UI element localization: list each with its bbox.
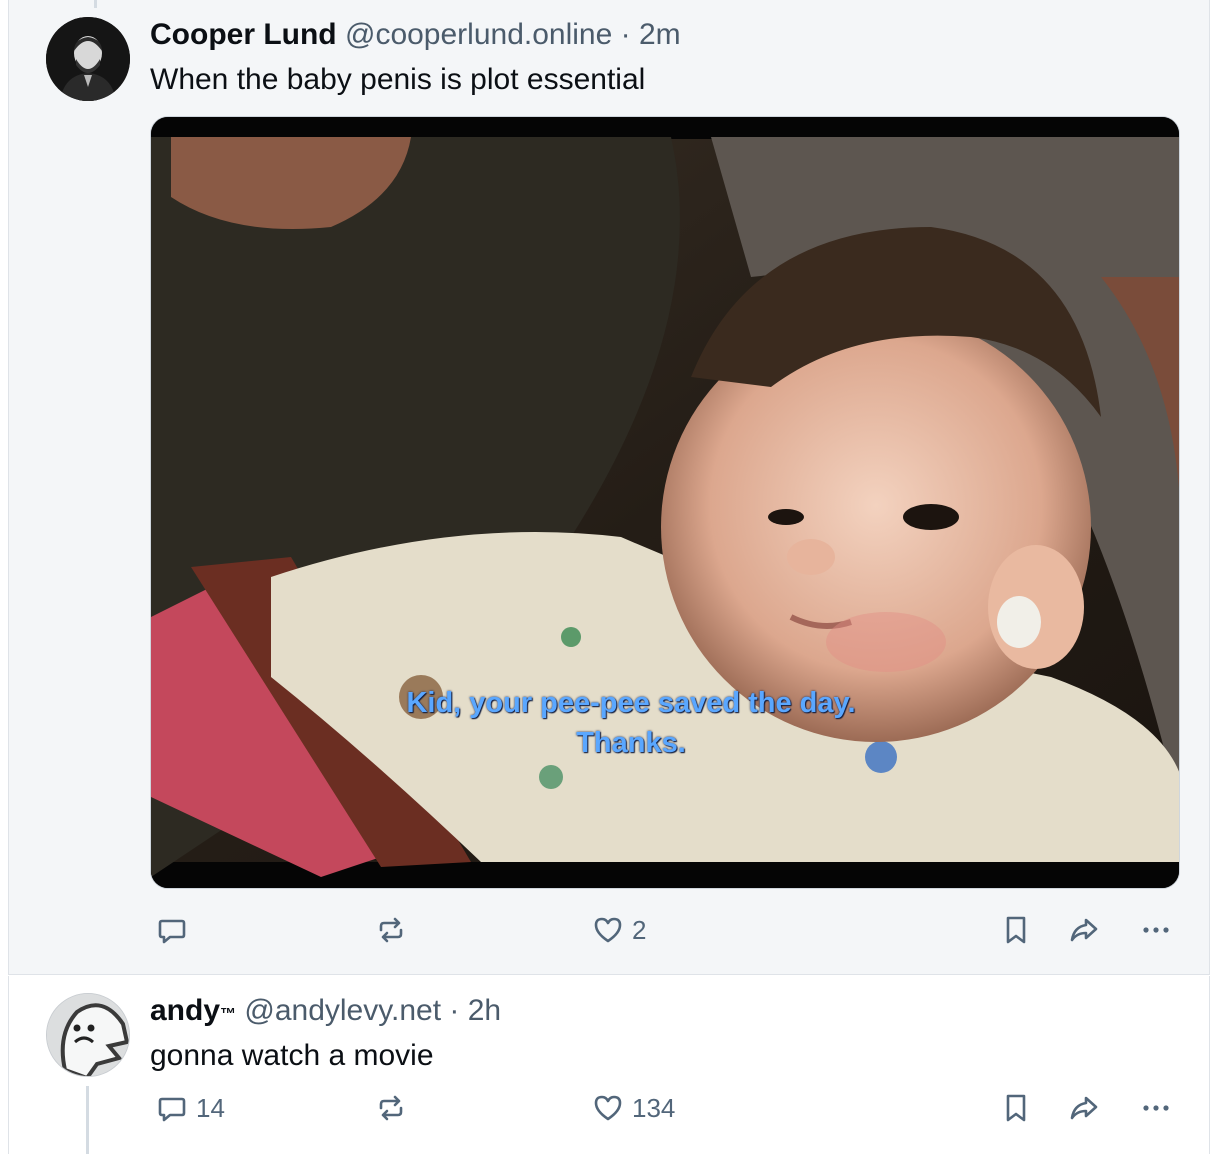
heart-icon: [594, 917, 622, 943]
display-name[interactable]: Cooper Lund: [150, 18, 337, 51]
more-button[interactable]: [1140, 912, 1172, 948]
share-button[interactable]: [1068, 1090, 1100, 1126]
bookmark-button[interactable]: [1000, 912, 1032, 948]
avatar[interactable]: [46, 17, 130, 101]
separator: ·: [449, 994, 460, 1027]
timestamp[interactable]: 2h: [468, 994, 501, 1027]
feed: Cooper Lund @cooperlund.online · 2m When…: [0, 0, 1212, 1154]
heart-icon: [594, 1095, 622, 1121]
share-icon: [1070, 1096, 1098, 1120]
post-text: gonna watch a movie: [150, 1039, 434, 1072]
thread-line: [94, 0, 97, 8]
reply-button[interactable]: 14: [156, 1090, 225, 1126]
post-actions: 2: [150, 912, 1170, 948]
handle[interactable]: @cooperlund.online: [345, 18, 612, 51]
bookmark-button[interactable]: [1000, 1090, 1032, 1126]
subtitle-line-1: Kid, your pee-pee saved the day.: [406, 687, 856, 719]
share-icon: [1070, 918, 1098, 942]
like-count: 2: [632, 914, 647, 945]
more-button[interactable]: [1140, 1090, 1172, 1126]
like-count: 134: [632, 1092, 676, 1123]
reply-icon: [158, 1097, 186, 1122]
bookmark-icon: [1006, 1094, 1026, 1122]
repost-button[interactable]: [375, 1090, 407, 1126]
display-name-text: andy: [150, 994, 221, 1027]
like-button[interactable]: 134: [592, 1090, 675, 1126]
trademark-symbol: ™: [220, 1006, 237, 1023]
bookmark-icon: [1006, 916, 1026, 944]
subtitle-line-2: Thanks.: [576, 727, 686, 759]
reply-count: 14: [196, 1092, 225, 1123]
reply-icon: [158, 919, 186, 944]
post-header: Cooper Lund @cooperlund.online · 2m: [150, 17, 681, 53]
post-image[interactable]: Kid, your pee-pee saved the day. Thanks.: [150, 116, 1180, 889]
more-icon: [1143, 927, 1169, 933]
post-andy[interactable]: andy™ @andylevy.net · 2h gonna watch a m…: [8, 976, 1210, 1154]
timestamp[interactable]: 2m: [639, 18, 681, 51]
share-button[interactable]: [1068, 912, 1100, 948]
post-cooper-lund[interactable]: Cooper Lund @cooperlund.online · 2m When…: [8, 0, 1210, 975]
avatar[interactable]: [46, 993, 130, 1077]
separator: ·: [620, 18, 631, 51]
handle[interactable]: @andylevy.net: [244, 994, 441, 1027]
repost-button[interactable]: [375, 912, 407, 948]
post-actions: 14 134: [150, 1090, 1170, 1126]
thread-line: [86, 1086, 89, 1154]
post-header: andy™ @andylevy.net · 2h: [150, 993, 501, 1029]
more-icon: [1143, 1105, 1169, 1111]
display-name[interactable]: andy™: [150, 994, 236, 1027]
reply-button[interactable]: [156, 912, 188, 948]
repost-icon: [379, 917, 403, 943]
repost-icon: [379, 1095, 403, 1121]
like-button[interactable]: 2: [592, 912, 646, 948]
post-text: When the baby penis is plot essential: [150, 63, 646, 96]
